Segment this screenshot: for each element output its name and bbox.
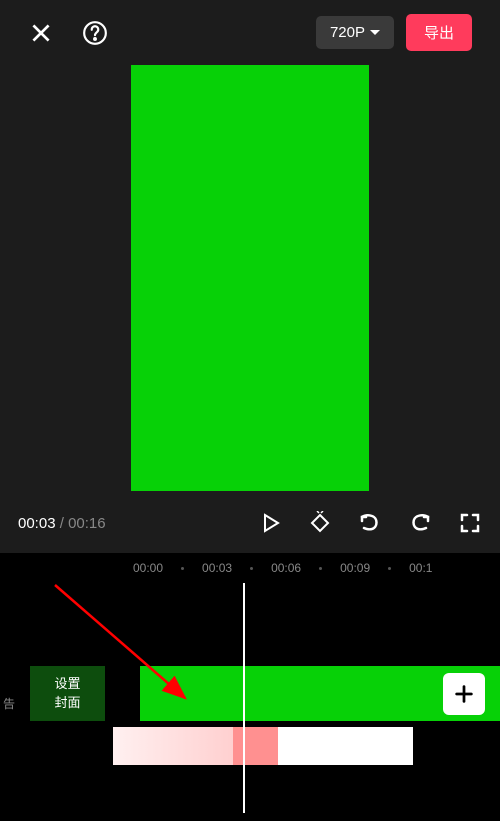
play-button[interactable]: [258, 511, 282, 535]
resolution-dropdown[interactable]: 720P: [316, 16, 394, 49]
ruler-mark: 00:09: [340, 561, 370, 575]
close-icon: [28, 20, 54, 46]
undo-button[interactable]: [358, 511, 382, 535]
export-button[interactable]: 导出: [406, 14, 472, 51]
redo-icon: [408, 511, 432, 535]
ruler-dot: [250, 567, 253, 570]
fullscreen-icon: [458, 511, 482, 535]
undo-icon: [358, 511, 382, 535]
ruler-mark: 00:06: [271, 561, 301, 575]
plus-icon: [453, 683, 475, 705]
clip-segment: [278, 727, 413, 765]
ruler-mark: 00:00: [133, 561, 163, 575]
play-icon: [258, 511, 282, 535]
help-icon: [82, 20, 108, 46]
resolution-label: 720P: [330, 24, 365, 41]
redo-button[interactable]: [408, 511, 432, 535]
playhead[interactable]: [243, 583, 245, 813]
clip-segment: [233, 727, 278, 765]
clip-segment: [113, 727, 233, 765]
secondary-clip[interactable]: [113, 727, 413, 765]
keyframe-button[interactable]: [308, 511, 332, 535]
fullscreen-button[interactable]: [458, 511, 482, 535]
close-button[interactable]: [28, 20, 54, 46]
cover-label-line1: 设置: [54, 675, 80, 693]
ruler-mark: 00:03: [202, 561, 232, 575]
keyframe-icon: [308, 511, 332, 535]
time-ruler[interactable]: 00:00 00:03 00:06 00:09 00:1: [0, 553, 500, 583]
set-cover-button[interactable]: 设置 封面: [30, 666, 105, 721]
ruler-mark: 00:1: [409, 561, 432, 575]
ruler-dot: [319, 567, 322, 570]
ruler-dot: [388, 567, 391, 570]
side-label: 告: [3, 695, 15, 712]
video-preview[interactable]: [131, 65, 369, 491]
add-clip-button[interactable]: [443, 673, 485, 715]
cover-label-line2: 封面: [54, 694, 80, 712]
help-button[interactable]: [82, 20, 108, 46]
current-time: 00:03: [18, 515, 56, 532]
ruler-dot: [181, 567, 184, 570]
chevron-down-icon: [370, 30, 380, 35]
time-display: 00:03 / 00:16: [18, 515, 106, 532]
total-time: 00:16: [68, 515, 106, 532]
